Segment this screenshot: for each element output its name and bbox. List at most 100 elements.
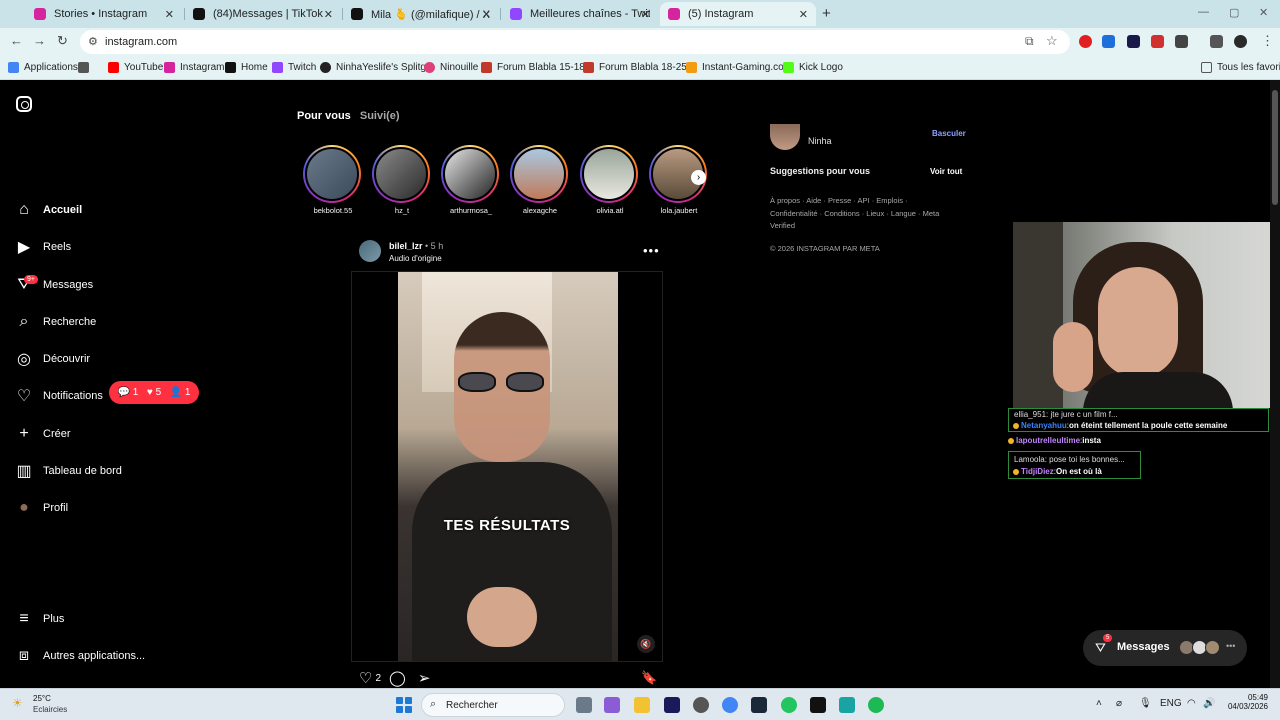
post-author-avatar[interactable] <box>359 240 381 262</box>
premiere-icon[interactable] <box>664 697 680 713</box>
bookmark-item[interactable]: Kick Logo <box>783 62 843 73</box>
story-item[interactable]: bekbolot.55 <box>303 145 363 215</box>
like-heart-icon[interactable]: ♡ <box>359 669 372 687</box>
wifi-icon[interactable]: ◠ <box>1187 698 1196 709</box>
sidebar-item-notifications[interactable]: ♡ Notifications <box>14 384 103 408</box>
sidebar-item-profil[interactable]: ● Profil <box>14 496 68 520</box>
chrome-icon[interactable] <box>722 697 738 713</box>
maximize-icon[interactable]: ▢ <box>1229 6 1239 19</box>
messages-floating-button[interactable]: ⛛ 5 Messages ••• <box>1083 630 1247 666</box>
more-options-icon[interactable]: ••• <box>643 243 660 258</box>
close-icon[interactable]: ✕ <box>799 8 808 21</box>
page-scrollbar[interactable] <box>1270 80 1280 688</box>
extension-icon[interactable] <box>1102 35 1115 48</box>
tiktok-icon[interactable] <box>810 697 826 713</box>
extension-icon[interactable] <box>1151 35 1164 48</box>
puzzle-extensions-icon[interactable] <box>1175 35 1188 48</box>
chat-username[interactable]: Netanyahuu <box>1021 421 1067 430</box>
stories-next-chevron-icon[interactable]: › <box>691 170 706 185</box>
site-settings-icon[interactable]: ⚙ <box>88 35 98 48</box>
window-close-icon[interactable]: ✕ <box>1259 6 1268 19</box>
story-item[interactable]: hz_t <box>372 145 432 215</box>
sidebar-item-tableau-de-bord[interactable]: ▥ Tableau de bord <box>14 459 121 483</box>
story-item[interactable]: alexagche <box>510 145 570 215</box>
browser-tab[interactable]: Meilleures chaînes - Twitch ✕ <box>502 2 658 26</box>
volume-icon[interactable]: 🔊 <box>1203 698 1215 709</box>
tray-icon[interactable]: ⌀ <box>1116 698 1122 709</box>
bookmark-item[interactable]: Instagram <box>164 62 224 73</box>
microphone-icon[interactable]: 🎙 <box>1139 698 1152 709</box>
bookmark-item[interactable]: Forum Blabla 18-25... <box>583 62 695 73</box>
sidebar-item-recherche[interactable]: ⌕ Recherche <box>14 310 97 334</box>
reload-icon[interactable]: ↻ <box>57 33 68 49</box>
comment-icon[interactable]: ◯ <box>389 669 406 687</box>
close-icon[interactable]: ✕ <box>165 8 174 21</box>
close-icon[interactable]: ✕ <box>482 8 491 21</box>
tray-chevron-icon[interactable]: ˄ <box>1096 698 1102 709</box>
app-icon[interactable] <box>781 697 797 713</box>
story-item[interactable]: olivia.atl <box>580 145 640 215</box>
bookmark-star-icon[interactable]: ☆ <box>1046 33 1058 49</box>
bookmark-item[interactable]: Forum Blabla 15-18... <box>481 62 593 73</box>
bookmark-item[interactable] <box>78 62 94 73</box>
instagram-logo-icon[interactable] <box>16 96 32 112</box>
chat-username[interactable]: TidjiDiez <box>1021 467 1054 476</box>
sidebar-item-reels[interactable]: ▶ Reels <box>14 235 71 259</box>
account-avatar[interactable] <box>770 124 800 150</box>
language-indicator[interactable]: ENG <box>1160 698 1182 709</box>
extension-icon[interactable] <box>1127 35 1140 48</box>
reading-list-icon[interactable] <box>1210 35 1223 48</box>
post-video[interactable]: TES RÉSULTATS 🔇 <box>351 271 663 662</box>
taskbar-search[interactable]: ⌕ Rechercher <box>421 693 565 717</box>
install-app-icon[interactable]: ⧉ <box>1025 34 1034 49</box>
all-bookmarks[interactable]: Tous les favoris <box>1201 62 1280 73</box>
address-bar[interactable]: ⚙ instagram.com ⧉ ☆ <box>80 30 1070 54</box>
new-tab-plus-icon[interactable]: + <box>822 5 831 22</box>
close-icon[interactable]: ✕ <box>641 8 650 21</box>
task-view-icon[interactable] <box>576 697 592 713</box>
app-icon[interactable] <box>604 697 620 713</box>
sidebar-item-accueil[interactable]: ⌂ Accueil <box>14 198 82 222</box>
mute-icon[interactable]: 🔇 <box>637 635 655 653</box>
bookmark-item[interactable]: Applications <box>8 62 78 73</box>
extension-icon[interactable] <box>1079 35 1092 48</box>
account-name[interactable]: Ninha <box>808 136 832 146</box>
browser-tab[interactable]: (84)Messages | TikTok ✕ <box>185 2 341 26</box>
footer-links[interactable]: À propos · Aide · Presse · API · Emplois… <box>770 195 940 233</box>
sidebar-item-plus[interactable]: ≡ Plus <box>14 607 64 631</box>
app-icon[interactable] <box>839 697 855 713</box>
sidebar-item-creer[interactable]: + Créer <box>14 422 70 446</box>
notifications-pill[interactable]: 💬 1 ♥ 5 👤 1 <box>109 381 199 404</box>
forward-arrow-icon[interactable]: → <box>33 33 46 48</box>
url-text[interactable]: instagram.com <box>105 36 177 48</box>
bookmark-item[interactable]: Twitch <box>272 62 316 73</box>
system-clock[interactable]: 05:49 04/03/2026 <box>1226 693 1268 711</box>
bookmark-item[interactable]: NinhaYeslife's Splitg... <box>320 62 434 73</box>
save-bookmark-icon[interactable]: 🔖 <box>641 670 657 686</box>
minimize-icon[interactable]: — <box>1198 6 1209 18</box>
kebab-menu-icon[interactable]: ⋮ <box>1261 33 1274 49</box>
post-audio[interactable]: Audio d'origine <box>389 254 442 263</box>
tab-for-you[interactable]: Pour vous <box>297 110 351 122</box>
steam-icon[interactable] <box>751 697 767 713</box>
obs-icon[interactable] <box>693 697 709 713</box>
share-send-icon[interactable]: ➢ <box>418 669 431 687</box>
close-icon[interactable]: ✕ <box>324 8 333 21</box>
browser-tab[interactable]: Stories • Instagram ✕ <box>26 2 182 26</box>
browser-tab-active[interactable]: (5) Instagram ✕ <box>660 2 816 26</box>
switch-account-link[interactable]: Basculer <box>932 129 966 138</box>
bookmark-item[interactable]: Instant-Gaming.com <box>686 62 792 73</box>
sidebar-item-decouvrir[interactable]: ◎ Découvrir <box>14 347 90 371</box>
tab-following[interactable]: Suivi(e) <box>360 110 400 122</box>
file-explorer-icon[interactable] <box>634 697 650 713</box>
profile-avatar-icon[interactable] <box>1234 35 1247 48</box>
bookmark-item[interactable]: Ninouille <box>424 62 478 73</box>
spotify-icon[interactable] <box>868 697 884 713</box>
chat-username[interactable]: lapoutrelleultime <box>1016 436 1080 445</box>
browser-tab[interactable]: Mila 🫰 (@milafique) / X ✕ <box>343 2 499 26</box>
back-arrow-icon[interactable]: ← <box>10 33 23 48</box>
bookmark-item[interactable]: Home <box>225 62 268 73</box>
bookmark-item[interactable]: YouTube <box>108 62 163 73</box>
see-all-link[interactable]: Voir tout <box>930 167 962 176</box>
sidebar-item-other-apps[interactable]: ⧈ Autres applications... <box>14 644 145 668</box>
